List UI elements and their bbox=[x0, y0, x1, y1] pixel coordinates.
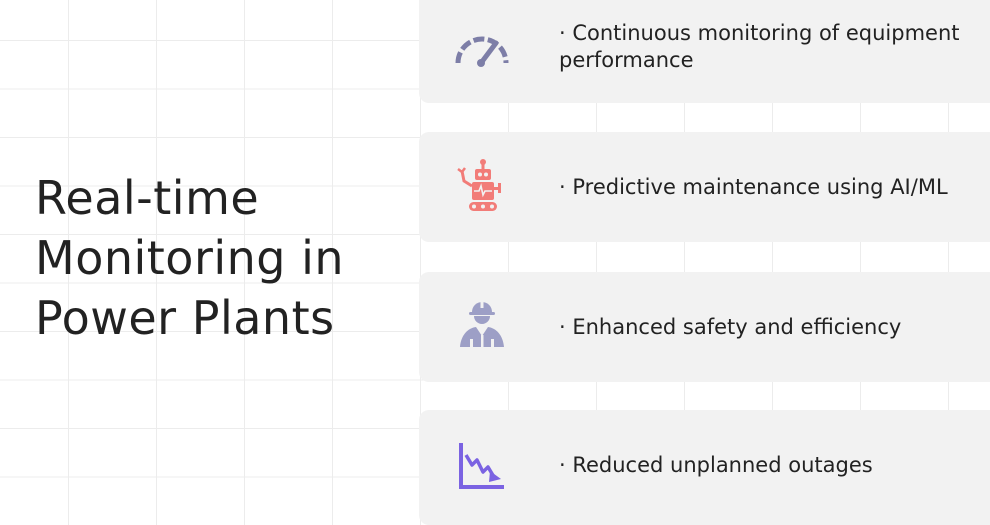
feature-card-predictive: · Predictive maintenance using AI/ML bbox=[419, 132, 990, 242]
feature-card-outages: · Reduced unplanned outages bbox=[419, 410, 990, 525]
gauge-icon bbox=[452, 21, 512, 81]
robot-icon bbox=[452, 157, 512, 217]
feature-text-outages: · Reduced unplanned outages bbox=[559, 453, 873, 477]
page-title: Real-time Monitoring in Power Plants bbox=[35, 171, 345, 345]
engineer-icon bbox=[452, 297, 512, 357]
feature-text-safety: · Enhanced safety and efficiency bbox=[559, 315, 902, 339]
feature-text-predictive: · Predictive maintenance using AI/ML bbox=[559, 175, 948, 199]
feature-text-monitoring: · Continuous monitoring of equipment per… bbox=[559, 21, 960, 72]
feature-card-monitoring: · Continuous monitoring of equipment per… bbox=[419, 0, 990, 103]
feature-card-safety: · Enhanced safety and efficiency bbox=[419, 272, 990, 382]
downtrend-chart-icon bbox=[452, 435, 512, 495]
